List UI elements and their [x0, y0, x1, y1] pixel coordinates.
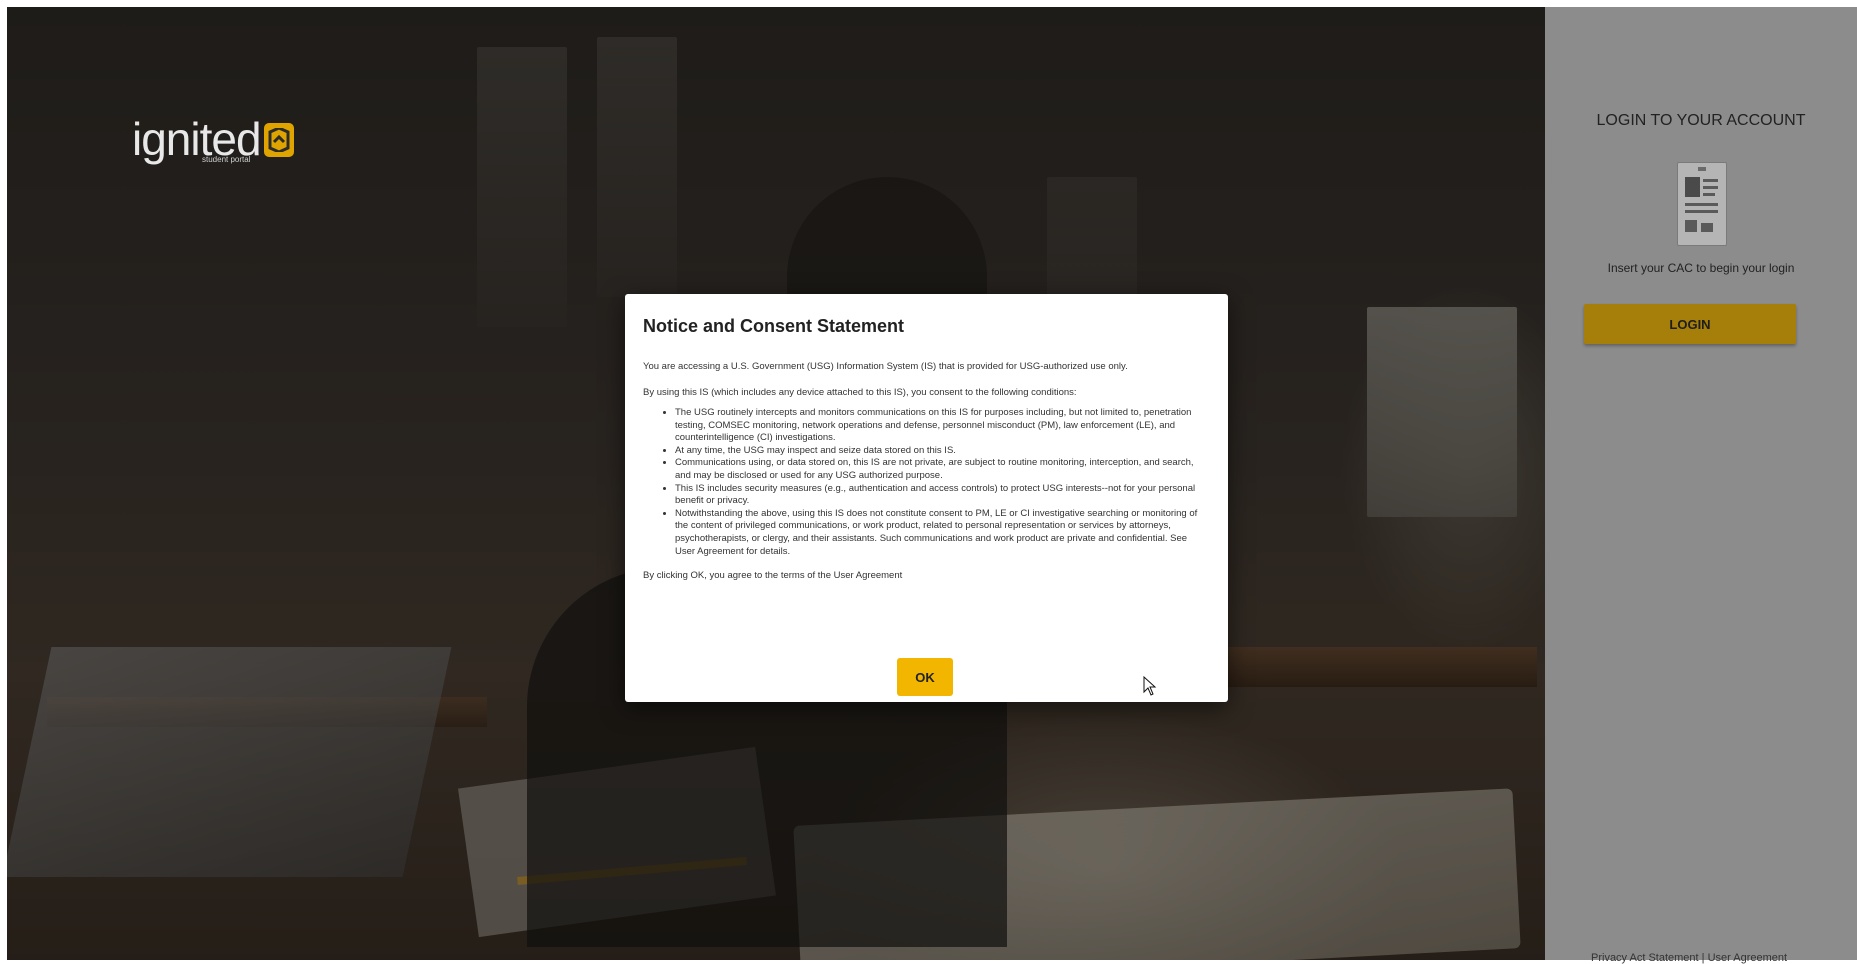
brand-tagline: student portal [202, 155, 251, 164]
brand-mark-icon [263, 123, 294, 157]
brand-logo: ignited student portal [132, 112, 294, 166]
list-item: At any time, the USG may inspect and sei… [675, 445, 1209, 458]
conditions-list: The USG routinely intercepts and monitor… [643, 407, 1209, 558]
dialog-title: Notice and Consent Statement [643, 316, 905, 336]
list-item: Communications using, or data stored on,… [675, 457, 1209, 482]
mouse-pointer-icon [1143, 675, 1157, 701]
list-item: This IS includes security measures (e.g.… [675, 483, 1209, 508]
login-panel-title: LOGIN TO YOUR ACCOUNT [1596, 112, 1806, 129]
dialog-intro: You are accessing a U.S. Government (USG… [643, 361, 1128, 372]
footer-links: Privacy Act Statement | User Agreement [1591, 952, 1787, 964]
login-panel: LOGIN TO YOUR ACCOUNT Insert your CAC to… [1545, 7, 1857, 964]
cac-instruction: Insert your CAC to begin your login [1607, 261, 1795, 275]
cac-card-icon [1677, 162, 1727, 246]
footer-separator: | [1701, 952, 1705, 964]
list-item: Notwithstanding the above, using this IS… [675, 508, 1209, 558]
privacy-act-link[interactable]: Privacy Act Statement [1591, 952, 1699, 964]
login-button[interactable]: LOGIN [1584, 304, 1796, 344]
notice-consent-dialog: Notice and Consent Statement You are acc… [625, 294, 1228, 702]
dialog-consent-line: By using this IS (which includes any dev… [643, 387, 1077, 398]
user-agreement-link[interactable]: User Agreement [1708, 952, 1787, 964]
dialog-closing: By clicking OK, you agree to the terms o… [643, 570, 903, 582]
list-item: The USG routinely intercepts and monitor… [675, 407, 1209, 445]
ok-button[interactable]: OK [897, 658, 953, 696]
